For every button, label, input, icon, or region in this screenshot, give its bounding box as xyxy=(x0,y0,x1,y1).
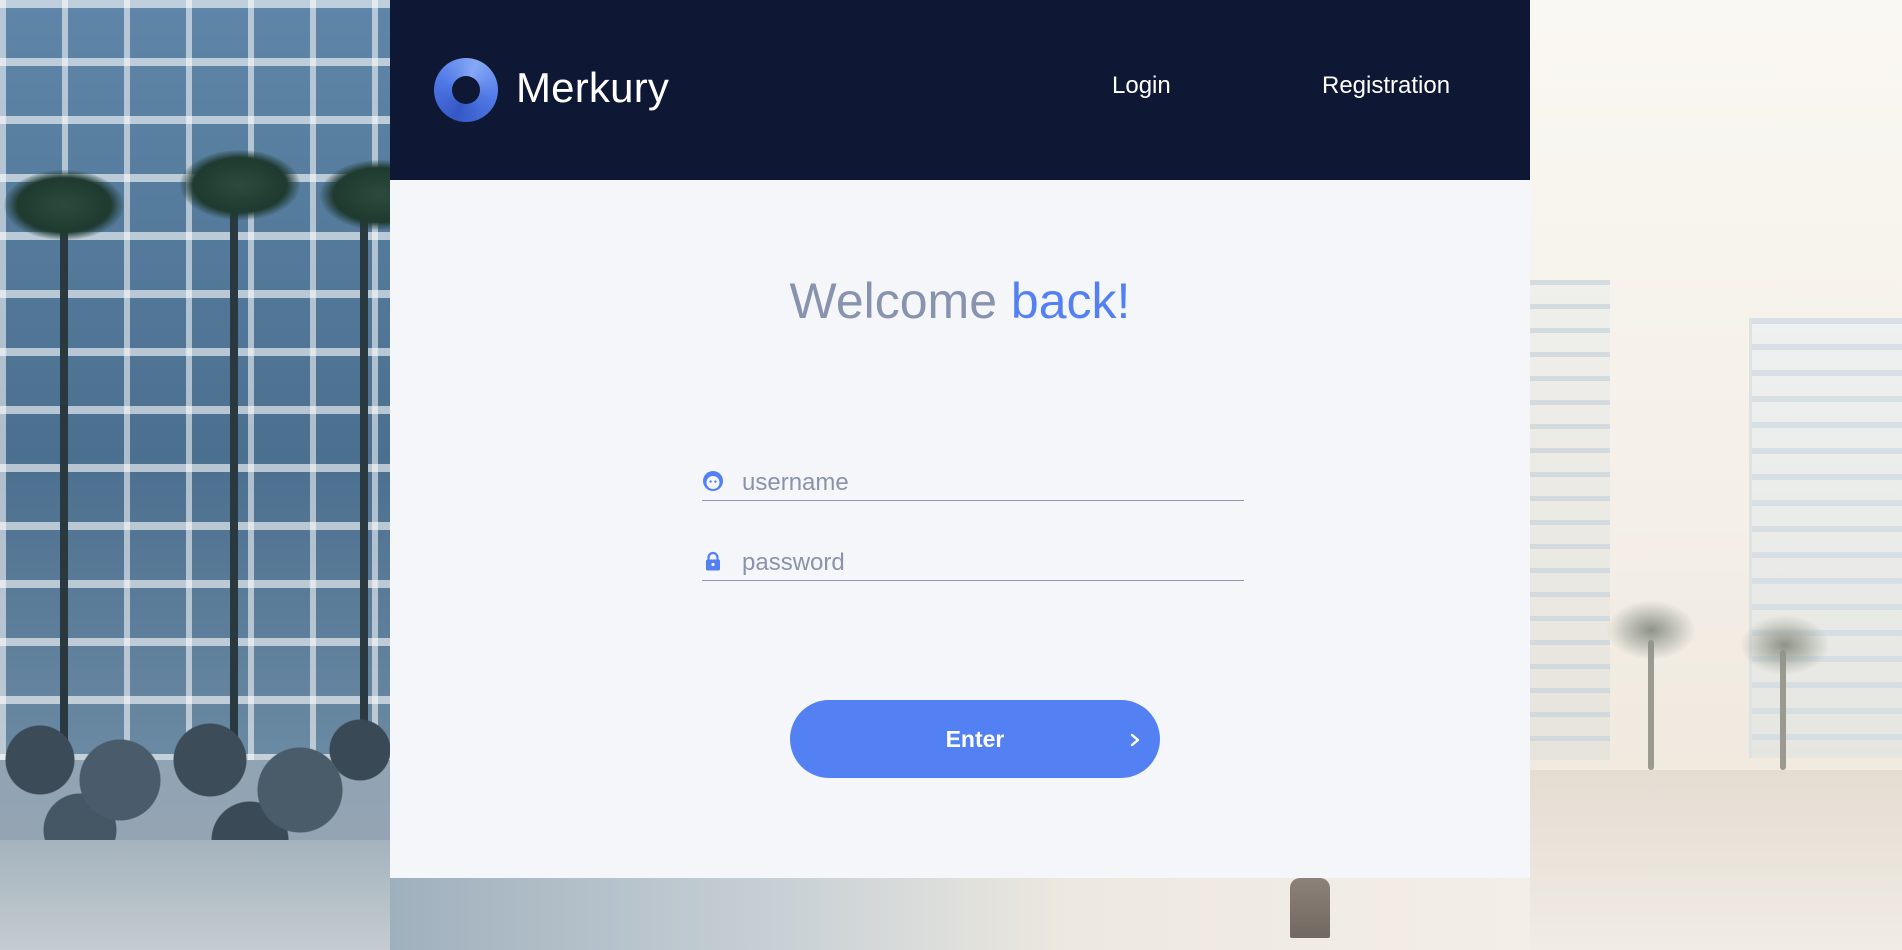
top-navigation-bar: Merkury Login Registration xyxy=(390,0,1530,180)
login-card: Merkury Login Registration Welcome back!… xyxy=(390,0,1530,878)
username-field xyxy=(702,466,1244,501)
background-building xyxy=(1749,318,1902,758)
background-building xyxy=(0,0,390,760)
palm-crown xyxy=(180,150,300,220)
merkury-logo-icon xyxy=(434,58,498,122)
username-input[interactable] xyxy=(742,466,1232,500)
password-field xyxy=(702,546,1244,581)
background-person xyxy=(1290,878,1330,938)
palm-crown xyxy=(1740,615,1830,675)
chevron-right-icon xyxy=(1130,733,1140,747)
background-building xyxy=(1530,280,1610,760)
palm-trunk xyxy=(360,200,368,760)
palm-crown xyxy=(4,170,124,240)
enter-button[interactable]: Enter xyxy=(790,700,1160,778)
background-left-photo xyxy=(0,0,440,950)
palm-trunk xyxy=(230,180,238,780)
brand-name: Merkury xyxy=(516,64,670,111)
lock-icon xyxy=(706,551,720,571)
enter-button-label: Enter xyxy=(945,726,1005,752)
nav-registration-link[interactable]: Registration xyxy=(1322,72,1450,100)
palm-trunk xyxy=(60,200,68,780)
nav-login-link[interactable]: Login xyxy=(1112,72,1171,100)
user-icon xyxy=(703,471,723,491)
welcome-heading: Welcome back! xyxy=(390,272,1530,330)
background-sand xyxy=(0,840,390,950)
background-beach-strip xyxy=(390,878,1530,950)
welcome-text: Welcome xyxy=(789,273,1011,329)
welcome-accent-text: back! xyxy=(1010,273,1131,329)
palm-crown xyxy=(1606,600,1696,660)
password-input[interactable] xyxy=(742,546,1232,580)
background-beach xyxy=(1530,770,1902,950)
background-right-photo xyxy=(1530,0,1902,950)
